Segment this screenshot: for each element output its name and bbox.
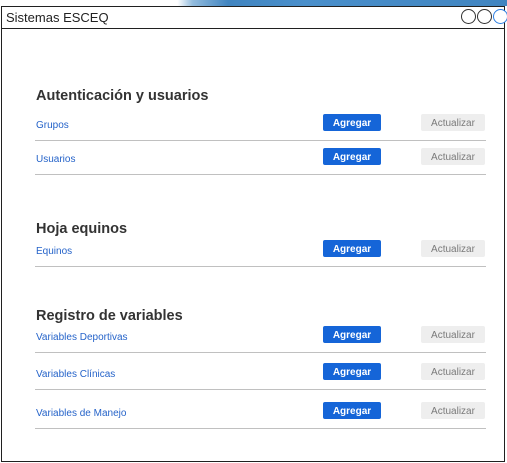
row-link-variables-manejo[interactable]: Variables de Manejo: [36, 408, 126, 419]
admin-row-usuarios: Usuarios Agregar Actualizar: [35, 141, 486, 175]
title-bar: Sistemas ESCEQ: [2, 7, 507, 29]
admin-row-variables-deportivas: Variables Deportivas Agregar Actualizar: [35, 319, 486, 353]
add-button-grupos[interactable]: Agregar: [323, 114, 381, 131]
add-button-variables-clinicas[interactable]: Agregar: [323, 363, 381, 380]
add-button-variables-manejo[interactable]: Agregar: [323, 402, 381, 419]
add-button-equinos[interactable]: Agregar: [323, 240, 381, 257]
admin-row-variables-clinicas: Variables Clínicas Agregar Actualizar: [35, 356, 486, 390]
update-button-equinos[interactable]: Actualizar: [421, 240, 485, 257]
window-controls: [461, 9, 507, 24]
update-button-variables-deportivas[interactable]: Actualizar: [421, 326, 485, 343]
row-link-variables-clinicas[interactable]: Variables Clínicas: [36, 369, 115, 380]
row-divider: [35, 389, 486, 390]
row-link-variables-deportivas[interactable]: Variables Deportivas: [36, 332, 128, 343]
app-title: Sistemas ESCEQ: [6, 10, 109, 25]
update-button-grupos[interactable]: Actualizar: [421, 114, 485, 131]
update-button-variables-manejo[interactable]: Actualizar: [421, 402, 485, 419]
update-button-variables-clinicas[interactable]: Actualizar: [421, 363, 485, 380]
window-control-3-icon[interactable]: [493, 9, 507, 24]
row-link-equinos[interactable]: Equinos: [36, 246, 72, 257]
row-divider: [35, 428, 486, 429]
row-divider: [35, 352, 486, 353]
admin-row-grupos: Grupos Agregar Actualizar: [35, 107, 486, 141]
add-button-usuarios[interactable]: Agregar: [323, 148, 381, 165]
window-control-2-icon[interactable]: [477, 9, 492, 24]
row-divider: [35, 174, 486, 175]
update-button-usuarios[interactable]: Actualizar: [421, 148, 485, 165]
row-link-grupos[interactable]: Grupos: [36, 120, 69, 131]
row-divider: [35, 266, 486, 267]
admin-row-equinos: Equinos Agregar Actualizar: [35, 233, 486, 267]
admin-row-variables-manejo: Variables de Manejo Agregar Actualizar: [35, 395, 486, 429]
section-title-auth: Autenticación y usuarios: [36, 88, 209, 104]
add-button-variables-deportivas[interactable]: Agregar: [323, 326, 381, 343]
app-window: Sistemas ESCEQ Autenticación y usuarios …: [1, 6, 507, 462]
row-link-usuarios[interactable]: Usuarios: [36, 154, 75, 165]
window-control-1-icon[interactable]: [461, 9, 476, 24]
